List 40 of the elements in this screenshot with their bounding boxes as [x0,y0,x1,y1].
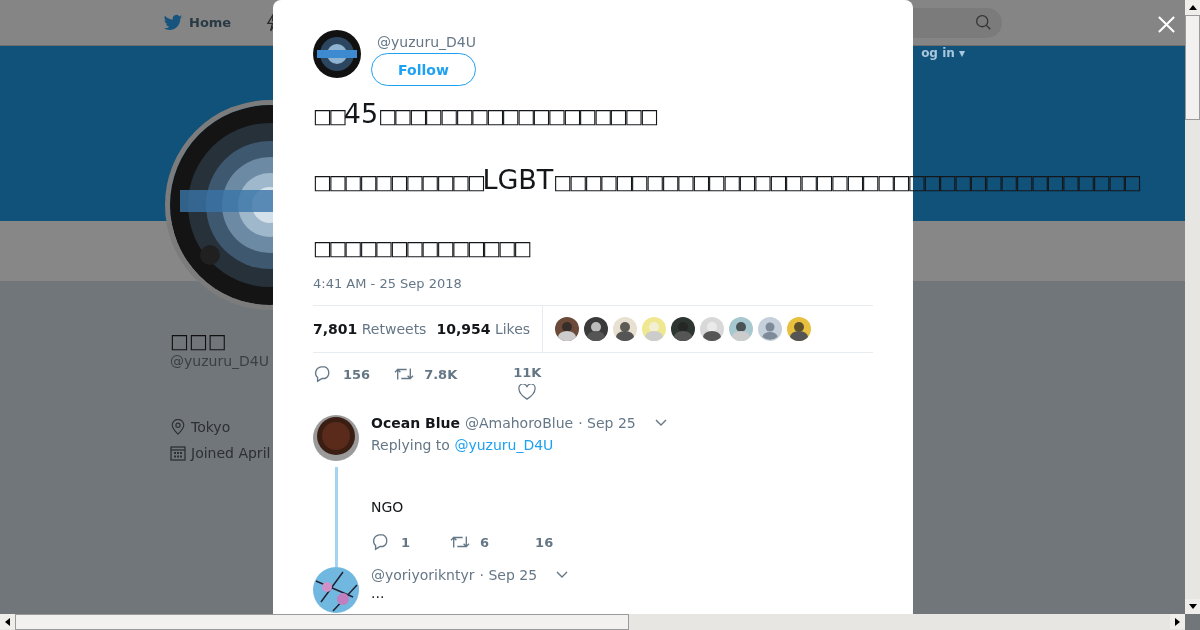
login-menu[interactable]: og in ▾ [921,46,965,60]
joined-text: Joined April [191,445,271,461]
reply-author-handle[interactable]: @AmahoroBlue [464,415,574,431]
mention-link[interactable]: @yuzuru_D4U [454,437,554,453]
like-count[interactable]: 10,954 Likes [436,321,531,337]
tweet-timestamp: 4:41 AM - 25 Sep 2018 [313,276,463,291]
replying-to-text: Replying to @yuzuru_D4U [371,437,555,453]
user-handle[interactable]: @yuzuru_D4U [377,34,476,50]
like-count-text: 16 [535,534,554,550]
reply-author-handle[interactable]: @yoriyorikntyr [371,567,475,583]
location-icon [170,419,186,435]
tweet-text-line: □□45□□□□□□□□□□□□□□□□□□ [313,97,656,131]
follow-button[interactable]: Follow [371,53,476,86]
reply-text: ... [371,585,386,601]
tweet-text-line: □□□□□□□□□□□□□□ [313,235,529,262]
retweet-button[interactable]: 6 [450,533,490,551]
profile-handle: @yuzuru_D4U [170,353,270,369]
like-count-text: 11K [513,365,542,380]
reply-button[interactable]: 156 [313,365,371,383]
reply-date[interactable]: · Sep 25 [578,415,636,431]
retweet-button[interactable]: 7.8K [394,365,458,383]
home-link[interactable]: Home [189,15,232,30]
retweet-count[interactable]: 7,801 Retweets [313,321,427,337]
vertical-scrollbar[interactable] [1185,0,1200,614]
profile-name: □□□ [170,329,228,353]
reply-date[interactable]: · Sep 25 [479,567,538,583]
reply-button[interactable]: 1 [371,533,411,551]
heart-icon[interactable] [518,384,537,400]
scroll-thumb[interactable] [15,614,629,630]
close-icon[interactable] [1157,15,1176,34]
horizontal-scrollbar[interactable] [0,614,1185,630]
default-avatar-icon[interactable] [758,317,783,341]
calendar-icon [170,445,186,461]
search-icon[interactable] [975,14,992,31]
location-text: Tokyo [191,419,231,435]
reply-author-name[interactable]: Ocean Blue [371,415,460,431]
caret-icon[interactable] [654,419,667,427]
reply-text: NGO [371,499,405,515]
caret-icon[interactable] [556,571,569,579]
scroll-thumb[interactable] [1185,15,1200,120]
